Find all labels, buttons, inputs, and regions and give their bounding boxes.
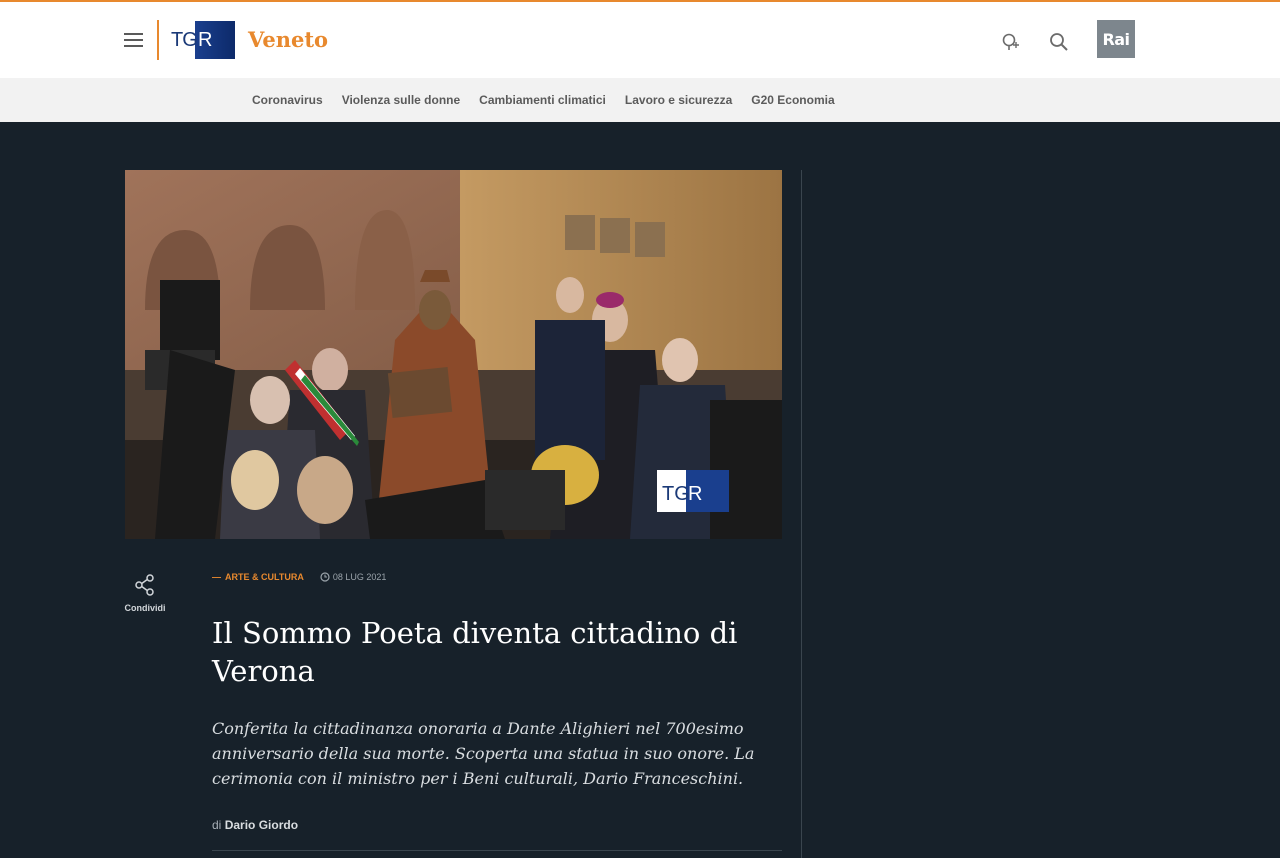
share-label: Condividi [124,603,166,613]
nav-item-coronavirus[interactable]: Coronavirus [252,93,323,107]
rai-logo[interactable]: Rai [1097,20,1135,58]
hero-watermark-tg: TG [662,483,690,505]
topics-nav: Coronavirus Violenza sulle donne Cambiam… [0,78,1280,122]
nav-item-g20-economia[interactable]: G20 Economia [751,93,834,107]
nav-item-cambiamenti-climatici[interactable]: Cambiamenti climatici [479,93,606,107]
article-title: Il Sommo Poeta diventa cittadino di Vero… [212,616,738,688]
tgr-logo[interactable]: TG R [157,20,235,60]
category-link[interactable]: ARTE & CULTURA [225,572,304,582]
share-button[interactable]: Condividi [122,574,168,613]
logo-accent-bar [157,20,159,60]
article-meta: — ARTE & CULTURA 08 LUG 2021 [212,572,386,582]
search-icon[interactable] [1049,32,1071,54]
hamburger-menu-icon[interactable] [120,26,148,54]
nav-item-lavoro-e-sicurezza[interactable]: Lavoro e sicurezza [625,93,732,107]
weather-icon[interactable] [1001,32,1023,54]
region-name[interactable]: Veneto [248,27,328,52]
category-dash: — [212,572,221,582]
share-icon [135,574,154,596]
byline: di Dario Giordo [212,818,298,832]
sidebar-divider [801,170,802,858]
nav-item-violenza-sulle-donne[interactable]: Violenza sulle donne [342,93,460,107]
hero-watermark-r: R [688,483,702,505]
article-hero-image[interactable]: TG R [125,170,782,539]
site-header: TG R Veneto Rai [0,2,1280,78]
article-lead: Conferita la cittadinanza onoraria a Dan… [212,719,755,788]
tgr-logo-mark: TG R [168,21,235,59]
clock-icon [320,572,330,582]
byline-prefix: di [212,818,222,832]
article-date: 08 LUG 2021 [332,572,387,582]
date-wrap: 08 LUG 2021 [320,572,387,582]
content-divider [212,850,782,851]
author-name[interactable]: Dario Giordo [225,818,298,832]
